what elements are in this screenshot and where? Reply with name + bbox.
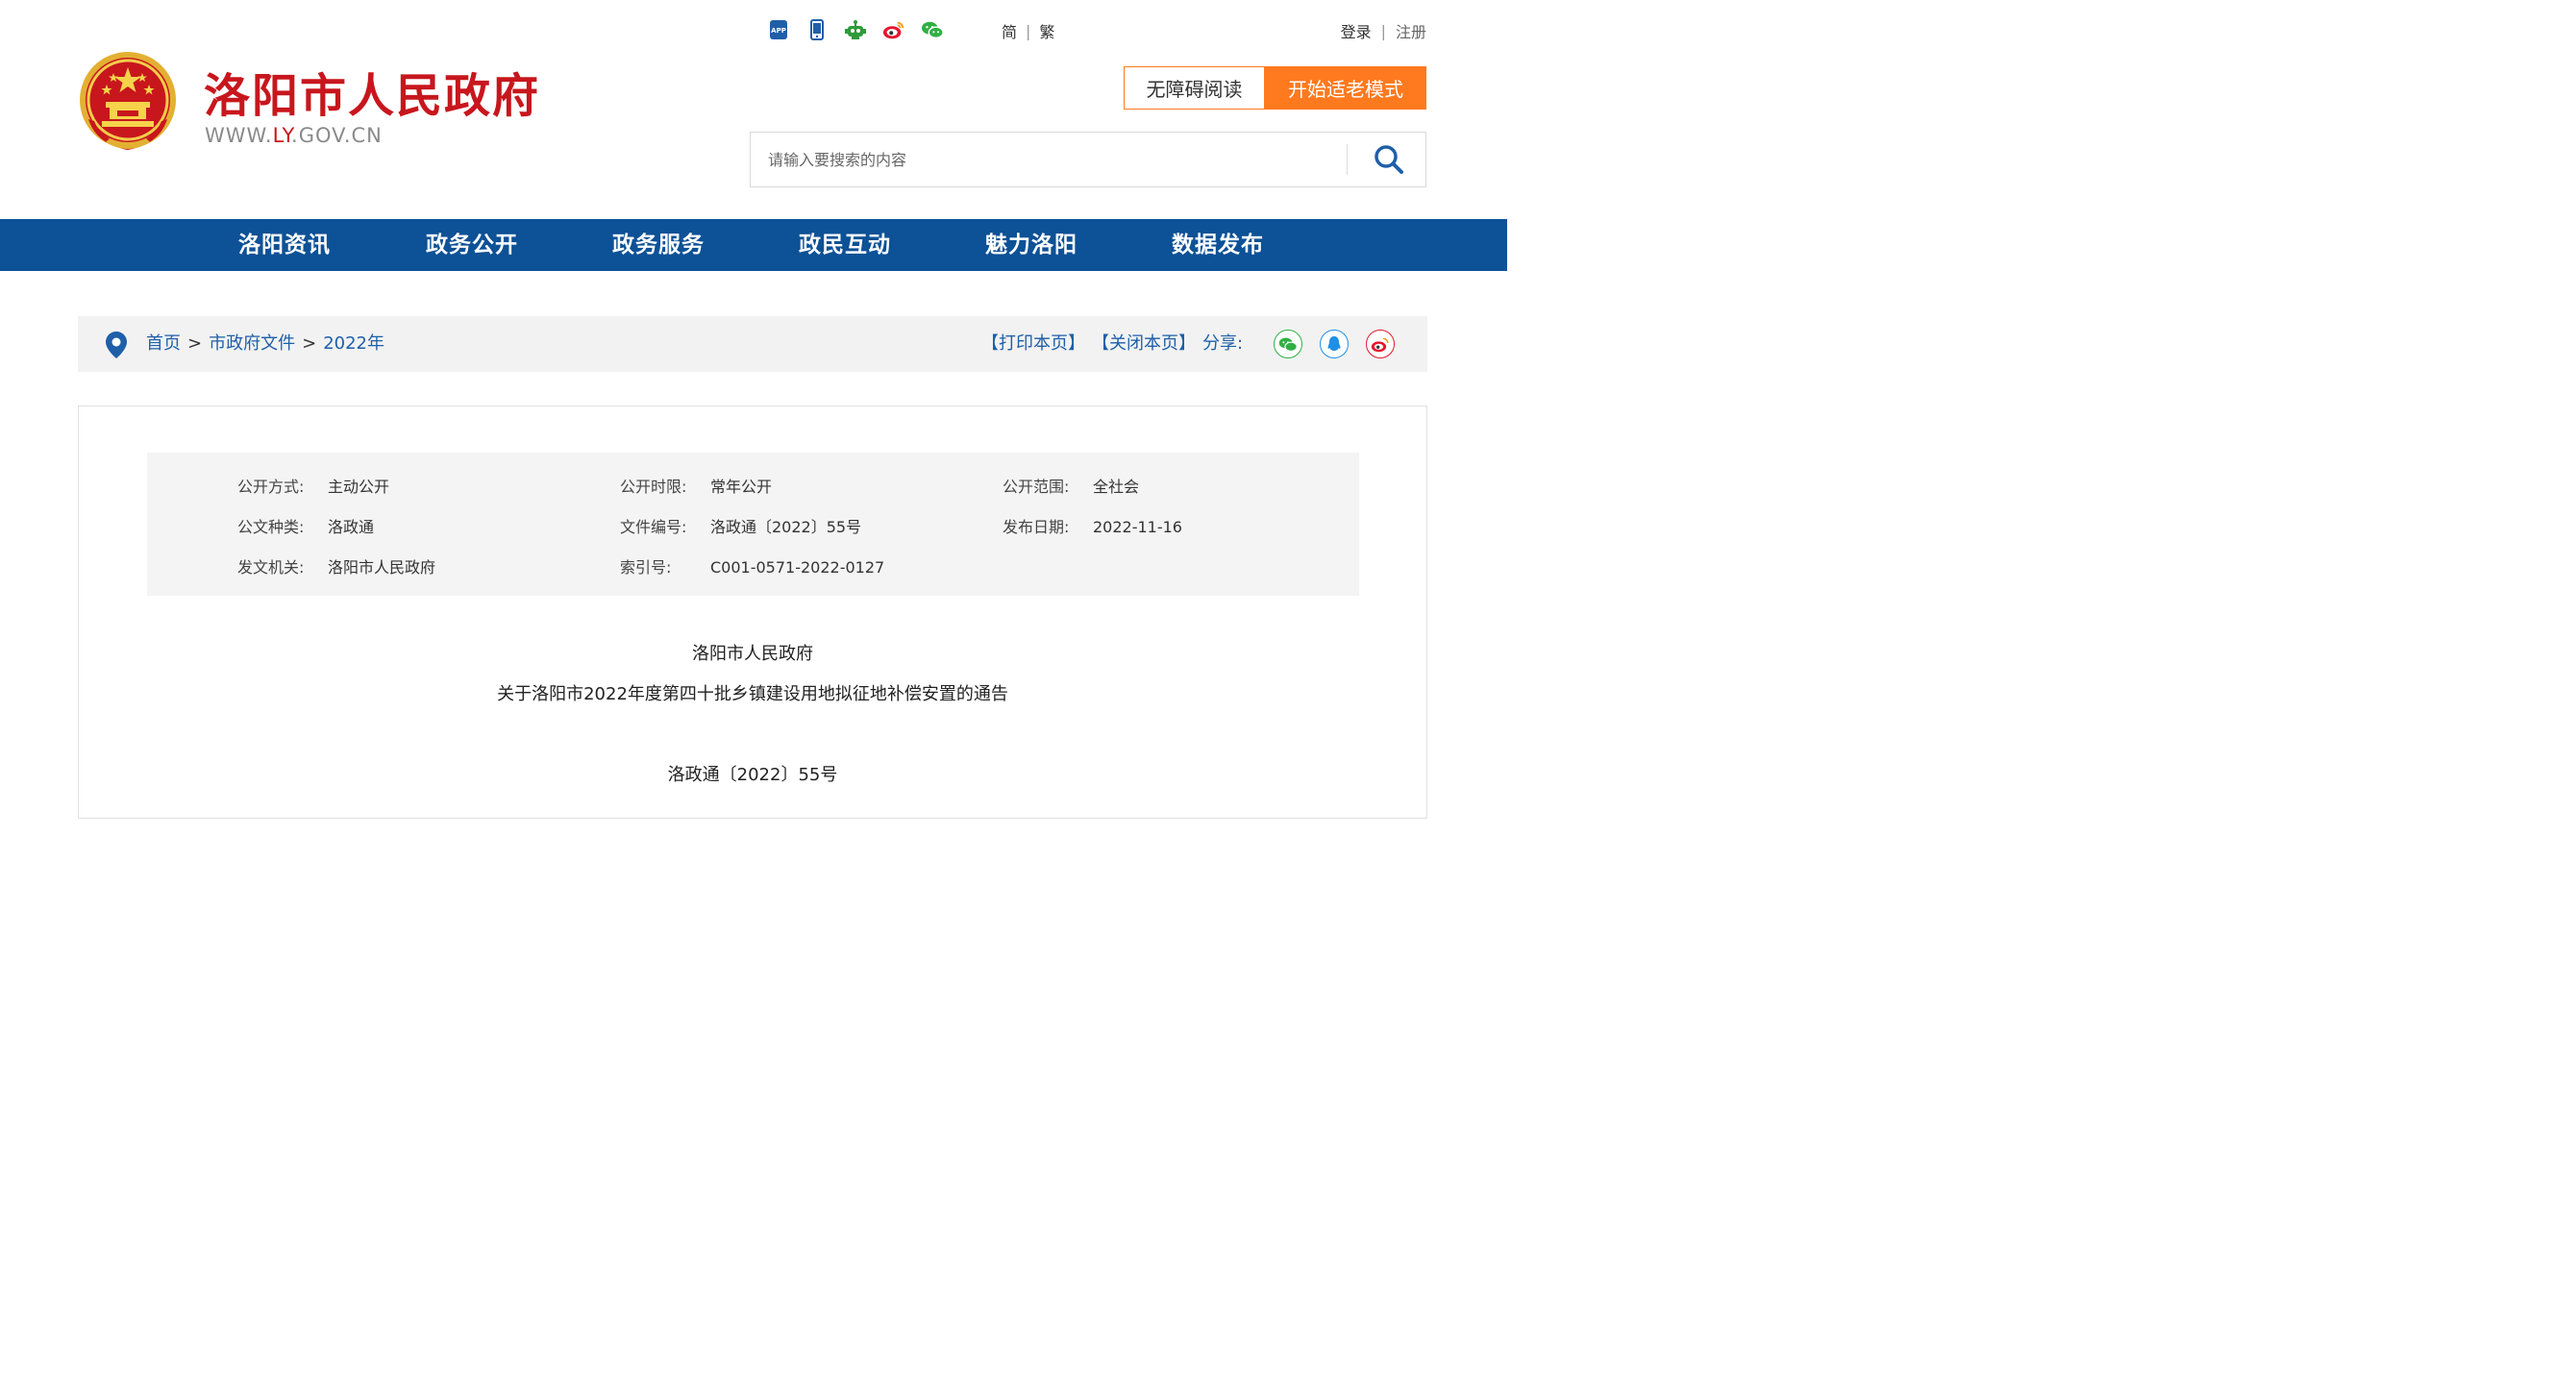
document-issuer-title: 洛阳市人民政府 — [692, 644, 813, 664]
wechat-icon[interactable] — [921, 17, 944, 42]
language-switch: 简 | 繁 — [1002, 19, 1054, 42]
elder-mode-button[interactable]: 开始适老模式 — [1265, 66, 1426, 110]
breadcrumb-home[interactable]: 首页 — [146, 333, 181, 354]
weibo-icon[interactable] — [882, 17, 905, 42]
print-page-link[interactable]: 【打印本页】 — [981, 316, 1085, 372]
breadcrumb: 首页 > 市政府文件 >2022年 — [146, 316, 384, 372]
auth-divider: | — [1380, 21, 1386, 40]
nav-item-charming-luoyang[interactable]: 魅力洛阳 — [985, 219, 1077, 271]
qq-share-icon[interactable] — [1320, 330, 1349, 358]
site-title: 洛阳市人民政府 — [204, 69, 541, 123]
nav-item-public-interaction[interactable]: 政民互动 — [799, 219, 891, 271]
lang-traditional-link[interactable]: 繁 — [1039, 19, 1054, 42]
document-metadata: 公开方式: 主动公开 公开时限: 常年公开 公开范围: 全社会 公文种类: 洛政通 文件… — [147, 453, 1359, 596]
nav-item-data-release[interactable]: 数据发布 — [1172, 219, 1264, 271]
meta-index-number: 索引号: C001-0571-2022-0127 — [620, 558, 885, 577]
login-link[interactable]: 登录 — [1341, 19, 1372, 42]
mobile-icon[interactable] — [805, 17, 829, 42]
nav-item-government-affairs[interactable]: 政务公开 — [426, 219, 518, 271]
nav-item-government-services[interactable]: 政务服务 — [612, 219, 705, 271]
svg-text:APP: APP — [771, 27, 786, 35]
meta-publish-date: 发布日期: 2022-11-16 — [1003, 518, 1182, 536]
accessible-reading-button[interactable]: 无障碍阅读 — [1124, 66, 1265, 110]
meta-doc-type: 公文种类: 洛政通 — [237, 518, 375, 536]
meta-disclosure-period: 公开时限: 常年公开 — [620, 478, 773, 496]
meta-issuer: 发文机关: 洛阳市人民政府 — [237, 558, 436, 577]
page-actions: 【打印本页】 【关闭本页】 分享: — [981, 316, 1250, 372]
breadcrumb-section[interactable]: 市政府文件 — [209, 333, 295, 354]
site-url: WWW.LY.GOV.CN — [205, 124, 383, 147]
meta-disclosure-scope: 公开范围: 全社会 — [1003, 478, 1140, 496]
breadcrumb-separator: > — [187, 333, 203, 354]
location-pin-icon — [105, 331, 128, 363]
close-page-link[interactable]: 【关闭本页】 — [1092, 316, 1196, 372]
nav-item-luoyang-news[interactable]: 洛阳资讯 — [238, 219, 331, 271]
search-button[interactable] — [1358, 138, 1420, 181]
search-divider — [1347, 144, 1348, 175]
document-panel: 公开方式: 主动公开 公开时限: 常年公开 公开范围: 全社会 公文种类: 洛政通 文件… — [78, 405, 1427, 819]
wechat-share-icon[interactable] — [1274, 330, 1302, 358]
share-label: 分享: — [1202, 333, 1244, 354]
main-nav: 洛阳资讯 政务公开 政务服务 政民互动 魅力洛阳 数据发布 — [0, 219, 1507, 271]
breadcrumb-bar: 首页 > 市政府文件 >2022年 【打印本页】 【关闭本页】 分享: — [78, 316, 1427, 372]
meta-doc-number: 文件编号: 洛政通〔2022〕55号 — [620, 518, 862, 536]
national-emblem-logo — [77, 50, 179, 156]
lang-divider: | — [1026, 21, 1031, 40]
breadcrumb-year[interactable]: 2022年 — [323, 333, 384, 354]
top-icon-bar: APP — [767, 17, 959, 42]
search-icon — [1375, 145, 1403, 174]
robot-icon[interactable] — [844, 17, 867, 42]
breadcrumb-separator: > — [302, 333, 317, 354]
document-number: 洛政通〔2022〕55号 — [667, 765, 838, 785]
lang-simplified-link[interactable]: 简 — [1002, 19, 1017, 42]
auth-links: 登录 | 注册 — [1341, 19, 1426, 42]
register-link[interactable]: 注册 — [1396, 19, 1426, 42]
weibo-share-icon[interactable] — [1366, 330, 1395, 358]
meta-disclosure-method: 公开方式: 主动公开 — [237, 478, 390, 496]
search-input[interactable] — [768, 133, 1335, 186]
app-icon[interactable]: APP — [767, 17, 790, 42]
search-box — [750, 132, 1426, 187]
document-title: 关于洛阳市2022年度第四十批乡镇建设用地拟征地补偿安置的通告 — [497, 684, 1008, 704]
